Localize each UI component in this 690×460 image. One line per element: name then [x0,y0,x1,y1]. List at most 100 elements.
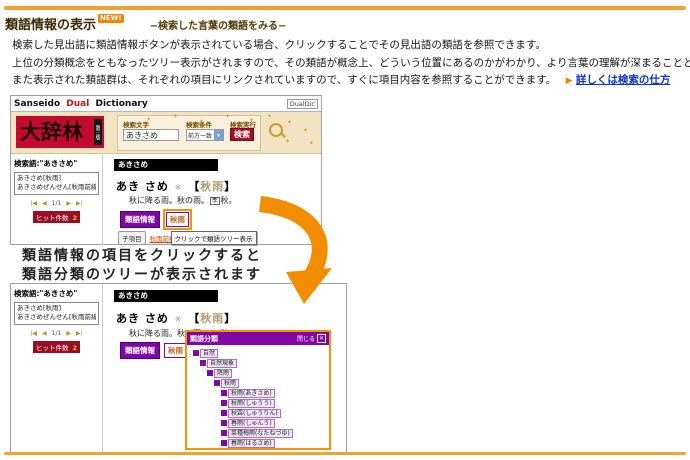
pager-first-button[interactable]: |◀ [30,330,37,337]
search-button[interactable]: 検索 [230,128,254,141]
tree-node-label[interactable]: 秋雨 [221,379,239,388]
app-title-part3: Dictionary [95,99,147,109]
tree-node-label[interactable]: 菜種梅雨(なたねづゆ) [228,429,293,438]
pager-last-button[interactable]: ▶| [76,330,83,337]
daijirin-logo-text: 大辞林 [20,122,83,143]
search-condition-value: 前方一致 [187,131,214,140]
tree-bullet-icon [221,400,227,406]
pager-last-button[interactable]: ▶| [76,200,83,207]
intro-line-1: 検索した見出語に類語情報ボタンが表示されている場合、クリックすることでその見出語… [12,37,690,55]
tree-node[interactable]: 秋雨(あきさめ) [221,389,327,397]
thesaurus-info-button[interactable]: 類語情報 [120,211,160,228]
tree-node[interactable]: 秋雨(しゅうう) [221,399,327,407]
tree-node[interactable]: 秋霖(しゅうりん) [221,409,327,417]
headword-kana: あき さめ [116,180,169,193]
pager-page-indicator: 1/1 [52,200,62,207]
search-howto-link[interactable]: 詳しくは検索の仕方 [576,74,671,86]
sparkle-ornament-icon [249,118,254,124]
play-bullet-icon: ▶ [566,76,573,86]
guide-caption-line-1: 類語情報の項目をクリックすると [22,247,262,266]
tree-node-label[interactable]: 秋雨(あきさめ) [228,389,275,398]
chevron-down-icon: ▾ [214,130,223,140]
pager: |◀ ◀ 1/1 ▶ ▶| [14,200,99,207]
hit-count-value: 2 [73,344,78,352]
tree-node[interactable]: 秋雨 [214,379,327,387]
page-header: 類語情報の表示 NEW! −検索した言葉の類語をみる− [5,14,286,33]
tree-node-label[interactable]: 秋雨(しゅうう) [228,399,275,408]
synonym-word-button[interactable]: 秋雨 [164,343,187,358]
tree-node-label[interactable]: 降雨 [214,369,232,378]
search-condition-select[interactable]: 前方一致 ▾ [186,129,224,141]
bracket-close: 】 [224,180,236,193]
tree-node[interactable]: 自然現象 [200,359,327,367]
entry-headword: あき さめ ※ 【秋雨】 [116,178,236,194]
tree-node[interactable]: 菜種梅雨(なたねづゆ) [221,429,327,437]
top-divider [4,6,686,10]
tree-bullet-icon [221,420,227,426]
tree-bullet-icon [214,380,220,386]
bracket-open: 【 [188,180,200,193]
help-page: 類語情報の表示 NEW! −検索した言葉の類語をみる− 検索した見出語に類語情報… [0,0,690,460]
query-label: 検索語:"あきさめ" [14,288,99,299]
entry-headword: あき さめ ※ 【秋雨】 [116,310,236,326]
entry-definition: 秋に降る雨。秋の雨。季秋。 [129,195,237,206]
tree-node[interactable]: 春雨(しゅんう) [221,419,327,427]
sparkle-ornament-icon [303,128,308,134]
entry-tab: あきさめ [114,159,218,171]
result-item[interactable]: あきさめぜんせん[秋雨前線] [17,313,96,322]
hit-count-value: 2 [73,214,78,222]
search-form: 検索文字 検索条件 前方一致 ▾ 検索実行 検索 [117,115,261,151]
edition-badge: 第三版 [94,119,102,145]
tree-bullet-icon [200,360,206,366]
result-item[interactable]: あきさめ[秋雨] [17,304,96,313]
entry-buttons: 類語情報 秋雨 [120,209,192,230]
headword-kana: あき さめ [116,312,169,325]
tree-node-label[interactable]: 自然現象 [207,359,237,368]
screenshot-2: 検索語:"あきさめ" あきさめ[秋雨]あきさめぜんせん[秋雨前線] |◀ ◀ 1… [10,283,347,453]
tree-node-label[interactable]: 春雨(はるさめ) [228,439,275,448]
pager-next-button[interactable]: ▶ [66,330,71,337]
accent-mark-icon: ※ [175,315,183,324]
tree-node-label[interactable]: 自然 [200,349,218,358]
tree-node[interactable]: 降雨 [207,369,327,377]
pager-next-button[interactable]: ▶ [66,200,71,207]
pager: |◀ ◀ 1/1 ▶ ▶| [14,330,99,337]
pager-prev-button[interactable]: ◀ [42,200,47,207]
sparkle-ornament-icon [287,120,292,126]
tree-node[interactable]: 春雨(はるさめ) [221,439,327,447]
page-subtitle: −検索した言葉の類語をみる− [150,17,287,32]
sparkle-ornament-icon [309,141,314,147]
synonym-word-button[interactable]: 秋雨 [166,212,189,227]
new-badge: NEW! [98,14,124,23]
dictionary-header: 大辞林 第三版 検索文字 検索条件 前方一致 ▾ 検索実行 検索 [11,112,321,154]
entry-buttons: 類語情報 秋雨 [120,342,187,359]
hit-count-badge: ヒット件数 2 [33,341,80,353]
bottom-divider [4,452,686,455]
tree-node[interactable]: 自然 [193,349,327,357]
popup-title: 類語分類 [190,334,218,344]
tree-node-label[interactable]: 秋霖(しゅうりん) [228,409,281,418]
subitem-button[interactable]: 子項目 [118,231,146,245]
search-magnifier-icon[interactable] [269,123,283,137]
search-input[interactable] [123,129,179,141]
pager-first-button[interactable]: |◀ [30,200,37,207]
sparkle-ornament-icon [225,114,230,120]
close-label[interactable]: 閉じる [297,334,315,343]
tree-bullet-icon [221,410,227,416]
popup-close-button[interactable]: 閉じる ✕ [297,334,326,343]
highlight-box: 秋雨 [163,209,192,230]
bracket-close: 】 [224,312,236,325]
tree-node-label[interactable]: 春雨(しゅんう) [228,419,275,428]
hit-count-label: ヒット件数 [36,214,69,222]
result-item[interactable]: あきさめ[秋雨] [17,174,96,183]
app-title: Sanseido Dual Dictionary [14,99,148,109]
page-title: 類語情報の表示 [5,14,96,33]
hit-count-label: ヒット件数 [36,344,69,352]
thesaurus-tree: 自然自然現象降雨秋雨秋雨(あきさめ)秋雨(しゅうう)秋霖(しゅうりん)春雨(しゅ… [187,345,329,447]
close-icon[interactable]: ✕ [317,334,326,343]
accent-mark-icon: ※ [175,183,183,192]
pager-prev-button[interactable]: ◀ [42,330,47,337]
thesaurus-info-button[interactable]: 類語情報 [120,342,160,359]
results-sidebar: 検索語:"あきさめ" あきさめ[秋雨]あきさめぜんせん[秋雨前線] |◀ ◀ 1… [11,154,103,246]
result-item[interactable]: あきさめぜんせん[秋雨前線] [17,183,96,192]
